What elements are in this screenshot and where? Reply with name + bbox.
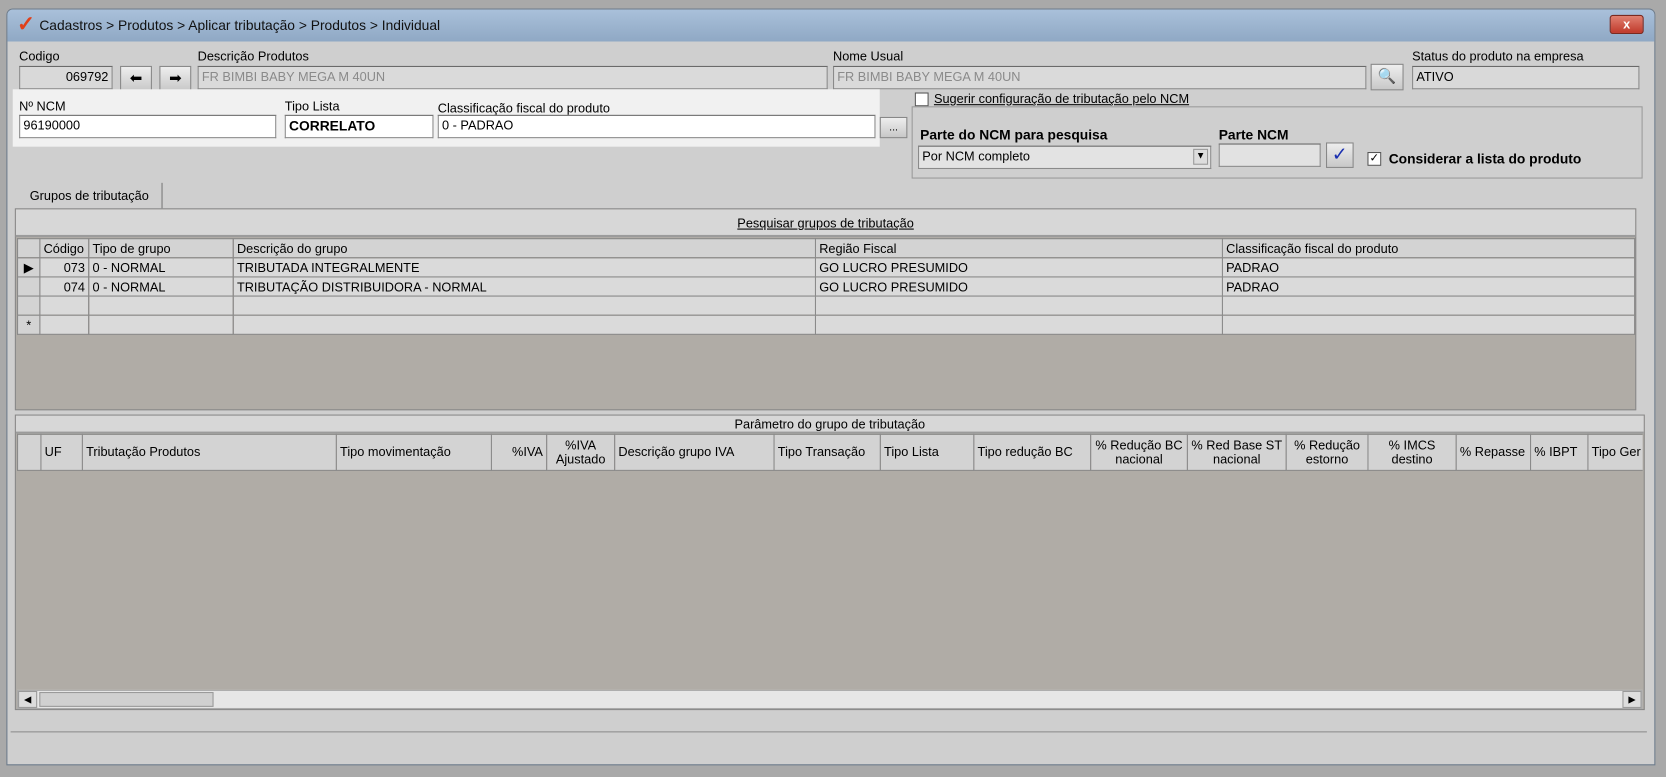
column-header[interactable]: %IVA Ajustado bbox=[546, 433, 616, 471]
search-button[interactable]: 🔍 bbox=[1370, 63, 1404, 91]
groups-table: Código Tipo de grupo Descrição do grupo … bbox=[17, 238, 1636, 335]
codigo-label: Codigo bbox=[19, 48, 60, 64]
status-field: ATIVO bbox=[1412, 65, 1640, 90]
cell-codigo[interactable]: 073 bbox=[39, 257, 90, 278]
app-logo-icon: ✓ bbox=[17, 12, 35, 37]
column-header[interactable]: Tipo movimentação bbox=[335, 433, 492, 471]
horizontal-scrollbar[interactable]: ◀ ▶ bbox=[17, 689, 1643, 710]
column-header[interactable]: % Redução estorno bbox=[1285, 433, 1369, 471]
status-label: Status do produto na empresa bbox=[1412, 48, 1584, 64]
empty-cell[interactable] bbox=[814, 295, 1223, 316]
column-header[interactable]: % IBPT bbox=[1530, 433, 1589, 471]
row-indicator-header bbox=[17, 433, 42, 471]
table-row[interactable]: 074 0 - NORMAL TRIBUTAÇÃO DISTRIBUIDORA … bbox=[17, 276, 1636, 297]
column-header[interactable]: % Redução BC nacional bbox=[1090, 433, 1188, 471]
cell-regiao[interactable]: GO LUCRO PRESUMIDO bbox=[814, 257, 1223, 278]
cell-classificacao[interactable]: PADRAO bbox=[1221, 257, 1636, 278]
considerar-label[interactable]: Considerar a lista do produto bbox=[1389, 151, 1582, 167]
column-header[interactable]: % Repasse bbox=[1455, 433, 1532, 471]
title-bar: Cadastros > Produtos > Aplicar tributaçã… bbox=[7, 9, 1655, 42]
confirm-checkmark-button[interactable]: ✓ bbox=[1326, 142, 1354, 168]
empty-cell[interactable] bbox=[1221, 314, 1636, 335]
cell-tipo[interactable]: 0 - NORMAL bbox=[88, 257, 234, 278]
parte-ncm-pesquisa-label: Parte do NCM para pesquisa bbox=[920, 126, 1108, 143]
tipo-lista-label: Tipo Lista bbox=[284, 98, 340, 114]
empty-cell[interactable] bbox=[88, 314, 234, 335]
cell-tipo[interactable]: 0 - NORMAL bbox=[88, 276, 234, 297]
column-header[interactable]: Descrição grupo IVA bbox=[614, 433, 775, 471]
column-header[interactable]: Tipo Lista bbox=[879, 433, 975, 471]
empty-cell[interactable] bbox=[39, 295, 90, 316]
cell-descricao[interactable]: TRIBUTAÇÃO DISTRIBUIDORA - NORMAL bbox=[232, 276, 816, 297]
empty-cell[interactable] bbox=[232, 314, 816, 335]
previous-arrow-button[interactable]: ⬅ bbox=[120, 65, 152, 92]
window-title: Cadastros > Produtos > Aplicar tributaçã… bbox=[39, 17, 441, 33]
params-header-clip: UF Tributação Produtos Tipo movimentação… bbox=[17, 433, 1643, 472]
codigo-field[interactable]: 069792 bbox=[19, 65, 113, 90]
nome-usual-label: Nome Usual bbox=[833, 48, 904, 64]
chevron-down-icon[interactable]: ▼ bbox=[1193, 148, 1209, 165]
considerar-checkbox[interactable]: ✓ bbox=[1367, 152, 1382, 166]
classificacao-label: Classificação fiscal do produto bbox=[437, 100, 610, 116]
row-indicator bbox=[17, 276, 41, 297]
suggest-label[interactable]: Sugerir configuração de tributação pelo … bbox=[934, 91, 1189, 106]
descricao-label: Descrição Produtos bbox=[197, 48, 309, 64]
column-header[interactable]: Tipo redução BC bbox=[973, 433, 1092, 471]
params-table: UF Tributação Produtos Tipo movimentação… bbox=[17, 433, 1643, 471]
column-header[interactable]: Tipo de grupo bbox=[88, 238, 234, 259]
column-header[interactable]: % Red Base ST nacional bbox=[1186, 433, 1287, 471]
tipo-lista-field: CORRELATO bbox=[284, 114, 434, 139]
cell-classificacao[interactable]: PADRAO bbox=[1221, 276, 1636, 297]
column-header[interactable]: % IMCS destino bbox=[1367, 433, 1457, 471]
descricao-field[interactable]: FR BIMBI BABY MEGA M 40UN bbox=[197, 65, 828, 90]
classificacao-field[interactable]: 0 - PADRAO bbox=[437, 114, 876, 139]
current-row-arrow-icon: ▶ bbox=[17, 257, 41, 278]
column-header[interactable]: Tipo Transação bbox=[773, 433, 881, 471]
scroll-right-icon[interactable]: ▶ bbox=[1622, 690, 1642, 708]
column-header[interactable]: Código bbox=[39, 238, 90, 259]
column-header[interactable]: Classificação fiscal do produto bbox=[1221, 238, 1636, 259]
column-header[interactable]: Tipo Ger bbox=[1587, 433, 1643, 471]
parte-ncm-label: Parte NCM bbox=[1218, 126, 1289, 143]
empty-cell[interactable] bbox=[1221, 295, 1636, 316]
new-row-asterisk-icon: * bbox=[17, 314, 41, 335]
empty-cell[interactable] bbox=[88, 295, 234, 316]
search-icon: 🔍 bbox=[1377, 66, 1397, 84]
scrollbar-thumb[interactable] bbox=[39, 692, 214, 707]
ncm-label: Nº NCM bbox=[19, 98, 66, 114]
row-indicator bbox=[17, 295, 41, 316]
empty-cell[interactable] bbox=[232, 295, 816, 316]
column-header[interactable]: UF bbox=[40, 433, 83, 471]
new-row[interactable]: * bbox=[17, 314, 1636, 335]
tab-grupos-de-tributacao[interactable]: Grupos de tributação bbox=[15, 182, 163, 209]
column-header[interactable]: Descrição do grupo bbox=[232, 238, 816, 259]
params-grid-title: Parâmetro do grupo de tributação bbox=[15, 415, 1644, 434]
empty-cell[interactable] bbox=[39, 314, 90, 335]
nome-usual-field[interactable]: FR BIMBI BABY MEGA M 40UN bbox=[833, 65, 1367, 90]
table-row-empty[interactable] bbox=[17, 295, 1636, 316]
groups-grid-title[interactable]: Pesquisar grupos de tributação bbox=[15, 209, 1636, 238]
table-row[interactable]: ▶ 073 0 - NORMAL TRIBUTADA INTEGRALMENTE… bbox=[17, 257, 1636, 278]
suggest-checkbox[interactable] bbox=[914, 92, 929, 107]
close-button[interactable]: x bbox=[1609, 14, 1644, 35]
row-indicator-header bbox=[17, 238, 41, 259]
cell-descricao[interactable]: TRIBUTADA INTEGRALMENTE bbox=[232, 257, 816, 278]
status-bar-divider bbox=[10, 731, 1647, 733]
column-header[interactable]: Região Fiscal bbox=[814, 238, 1223, 259]
parte-ncm-select-value: Por NCM completo bbox=[922, 148, 1030, 164]
cell-codigo[interactable]: 074 bbox=[39, 276, 90, 297]
parte-ncm-field[interactable] bbox=[1218, 143, 1321, 167]
column-header[interactable]: Tributação Produtos bbox=[81, 433, 337, 471]
empty-cell[interactable] bbox=[814, 314, 1223, 335]
next-arrow-button[interactable]: ➡ bbox=[159, 65, 192, 92]
cell-regiao[interactable]: GO LUCRO PRESUMIDO bbox=[814, 276, 1223, 297]
ncm-field[interactable]: 96190000 bbox=[19, 114, 277, 139]
column-header[interactable]: %IVA bbox=[490, 433, 548, 471]
classificacao-lookup-button[interactable]: ... bbox=[879, 116, 908, 139]
scroll-left-icon[interactable]: ◀ bbox=[18, 690, 38, 708]
parte-ncm-select[interactable]: Por NCM completo ▼ bbox=[918, 145, 1212, 170]
